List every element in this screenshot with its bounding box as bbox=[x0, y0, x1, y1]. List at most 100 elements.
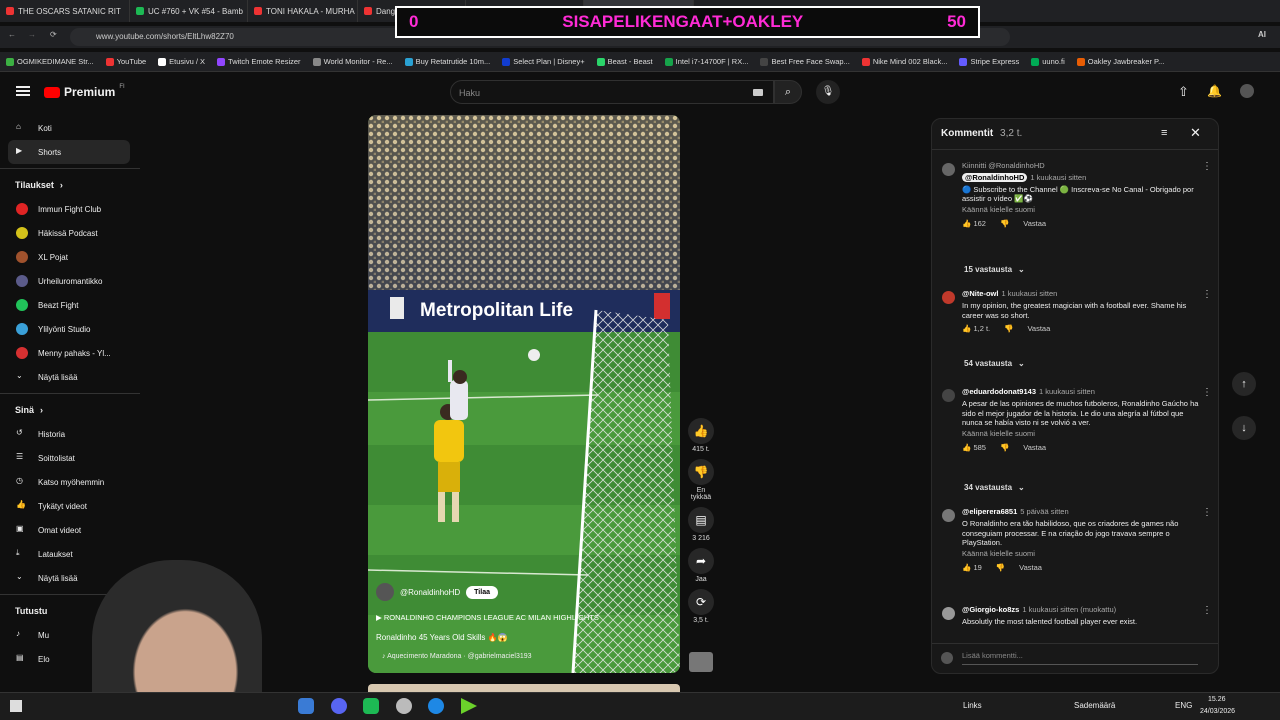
sidebar-item-you[interactable]: ☰ Soittolistat bbox=[0, 446, 140, 470]
search-input[interactable]: Haku bbox=[450, 80, 774, 104]
clock-time[interactable]: 15.26 bbox=[1208, 696, 1226, 703]
bookmark-item[interactable]: Intel i7-14700F | RX... bbox=[659, 57, 755, 66]
comment-avatar[interactable] bbox=[942, 509, 955, 522]
subscriptions-header[interactable]: Tilaukset › bbox=[0, 173, 140, 197]
action-button[interactable]: 👎 bbox=[688, 459, 714, 485]
discord-icon[interactable] bbox=[331, 698, 347, 714]
comment-author[interactable]: @RonaldinhoHD bbox=[962, 172, 1028, 182]
thumbs-down-icon[interactable]: 👎 bbox=[1004, 324, 1013, 334]
subscription-channel[interactable]: Immun Fight Club bbox=[0, 197, 140, 221]
clock-date[interactable]: 24/03/2026 bbox=[1200, 708, 1235, 715]
comment-avatar[interactable] bbox=[942, 163, 955, 176]
previous-short-button[interactable]: ↑ bbox=[1232, 372, 1256, 396]
app-icon-1[interactable] bbox=[298, 698, 314, 714]
bookmark-item[interactable]: Select Plan | Disney+ bbox=[496, 57, 590, 66]
comment-like[interactable]: 👍 585 bbox=[962, 443, 986, 453]
sidebar-item-you[interactable]: ◷ Katso myöhemmin bbox=[0, 470, 140, 494]
thumbs-down-icon[interactable]: 👎 bbox=[1000, 443, 1009, 453]
comment-time[interactable]: 1 kuukausi sitten bbox=[1039, 387, 1095, 396]
more-options-icon[interactable]: ⋮ bbox=[1202, 507, 1212, 518]
reply-button[interactable]: Vastaa bbox=[1027, 324, 1050, 334]
close-icon[interactable]: ✕ bbox=[1190, 125, 1201, 141]
sidebar-item-you[interactable]: 👍 Tykätyt videot bbox=[0, 494, 140, 518]
thumbs-down-icon[interactable]: 👎 bbox=[996, 563, 1005, 573]
music-link[interactable]: ♪ Aquecimento Maradona · @gabrielmaciel3… bbox=[382, 653, 532, 660]
more-options-icon[interactable]: ⋮ bbox=[1202, 387, 1212, 398]
links-toolbar[interactable]: Links bbox=[963, 701, 982, 710]
bookmark-item[interactable]: Etusivu / X bbox=[152, 57, 211, 66]
action-button[interactable]: ⟳ bbox=[688, 589, 714, 615]
voice-search-button[interactable]: 🎙 bbox=[816, 80, 840, 104]
bookmark-item[interactable]: Oakley Jawbreaker P... bbox=[1071, 57, 1171, 66]
you-header[interactable]: Sinä › bbox=[0, 398, 140, 422]
subscription-channel[interactable]: Menny pahaks - Yl... bbox=[0, 341, 140, 365]
reload-icon[interactable]: ⟳ bbox=[50, 30, 57, 39]
comment-avatar[interactable] bbox=[942, 389, 955, 402]
playlist-link[interactable]: ▶ RONALDINHO CHAMPIONS LEAGUE AC MILAN H… bbox=[376, 613, 599, 622]
menu-icon[interactable] bbox=[16, 86, 30, 96]
shorts-video-player[interactable]: Metropolitan Life @RonaldinhoHD Tilaa ▶ … bbox=[368, 115, 680, 673]
reply-button[interactable]: Vastaa bbox=[1023, 219, 1046, 229]
more-options-icon[interactable]: ⋮ bbox=[1202, 289, 1212, 300]
reply-button[interactable]: Vastaa bbox=[1019, 563, 1042, 573]
translate-link[interactable]: Käännä kielelle suomi bbox=[962, 205, 1202, 215]
comment-like[interactable]: 👍 1,2 t. bbox=[962, 324, 990, 334]
app-icon-4[interactable] bbox=[396, 698, 412, 714]
bookmark-item[interactable]: OGMIKEDIMANE Str... bbox=[0, 57, 100, 66]
browser-tab[interactable]: THE OSCARS SATANIC RIT bbox=[0, 0, 130, 22]
sort-icon[interactable]: ≡ bbox=[1161, 127, 1167, 139]
subscription-channel[interactable]: Häkissä Podcast bbox=[0, 221, 140, 245]
channel-avatar[interactable] bbox=[376, 583, 394, 601]
subscription-channel[interactable]: Urheiluromantikko bbox=[0, 269, 140, 293]
translate-link[interactable]: Käännä kielelle suomi bbox=[962, 429, 1202, 439]
comment-like[interactable]: 👍 19 bbox=[962, 563, 982, 573]
bookmark-item[interactable]: Twitch Emote Resizer bbox=[211, 57, 307, 66]
bookmark-item[interactable]: uuno.fi bbox=[1025, 57, 1071, 66]
sidebar-item-shorts[interactable]: ▶ Shorts bbox=[8, 140, 130, 164]
account-avatar[interactable] bbox=[1240, 84, 1254, 98]
comment-author[interactable]: @eduardodonat9143 bbox=[962, 387, 1036, 396]
sidebar-item-you[interactable]: ▣ Omat videot bbox=[0, 518, 140, 542]
audio-thumbnail[interactable] bbox=[689, 652, 713, 672]
bookmark-item[interactable]: Best Free Face Swap... bbox=[754, 57, 855, 66]
add-comment-input[interactable]: Lisää kommentti... bbox=[962, 651, 1198, 665]
action-button[interactable]: ▤ bbox=[688, 507, 714, 533]
view-replies-button[interactable]: 15 vastausta ⌄ bbox=[964, 265, 1025, 274]
comment-time[interactable]: 1 kuukausi sitten bbox=[1030, 173, 1086, 182]
action-button[interactable]: ➦ bbox=[688, 548, 714, 574]
app-icon-6[interactable] bbox=[461, 698, 477, 714]
subscribe-button[interactable]: Tilaa bbox=[466, 585, 498, 599]
action-remix[interactable]: ⟳ 3,5 t. bbox=[686, 589, 716, 624]
subscription-channel[interactable]: Beazt Fight bbox=[0, 293, 140, 317]
comment-author[interactable]: @eliperera6851 bbox=[962, 507, 1017, 516]
comment-time[interactable]: 1 kuukausi sitten bbox=[1001, 289, 1057, 298]
weather-text[interactable]: Sademäärä bbox=[1074, 701, 1115, 710]
view-replies-button[interactable]: 54 vastausta ⌄ bbox=[964, 359, 1025, 368]
sidebar-item-koti[interactable]: ⌂ Koti bbox=[0, 116, 140, 140]
reply-button[interactable]: Vastaa bbox=[1023, 443, 1046, 453]
comment-time[interactable]: 1 kuukausi sitten (muokattu) bbox=[1022, 605, 1116, 614]
keyboard-icon[interactable] bbox=[753, 89, 763, 96]
notifications-bell-icon[interactable]: 🔔 bbox=[1207, 84, 1222, 98]
bookmark-item[interactable]: Stripe Express bbox=[953, 57, 1025, 66]
view-replies-button[interactable]: 34 vastausta ⌄ bbox=[964, 483, 1025, 492]
language-indicator[interactable]: ENG bbox=[1175, 701, 1192, 710]
subscription-channel[interactable]: XL Pojat bbox=[0, 245, 140, 269]
comment-like[interactable]: 👍 162 bbox=[962, 219, 986, 229]
comment-author[interactable]: @Nite-owl bbox=[962, 289, 998, 298]
channel-name[interactable]: @RonaldinhoHD bbox=[400, 588, 460, 597]
action-thumbs-down[interactable]: 👎 En tykkää bbox=[686, 459, 716, 501]
more-options-icon[interactable]: ⋮ bbox=[1202, 605, 1212, 616]
windows-start-icon[interactable] bbox=[10, 700, 22, 712]
show-more-subscriptions[interactable]: ⌄ Näytä lisää bbox=[0, 365, 140, 389]
bookmark-item[interactable]: YouTube bbox=[100, 57, 152, 66]
bookmark-item[interactable]: World Monitor - Re... bbox=[307, 57, 399, 66]
more-options-icon[interactable]: ⋮ bbox=[1202, 161, 1212, 172]
youtube-logo[interactable]: Premium FI bbox=[44, 84, 125, 99]
action-share[interactable]: ➦ Jaa bbox=[686, 548, 716, 583]
action-thumbs-up[interactable]: 👍 415 t. bbox=[686, 418, 716, 453]
next-video-peek[interactable] bbox=[368, 684, 680, 692]
bookmark-item[interactable]: Beast - Beast bbox=[591, 57, 659, 66]
sidebar-item-you[interactable]: ↺ Historia bbox=[0, 422, 140, 446]
upload-icon[interactable]: ⇧ bbox=[1178, 84, 1189, 100]
